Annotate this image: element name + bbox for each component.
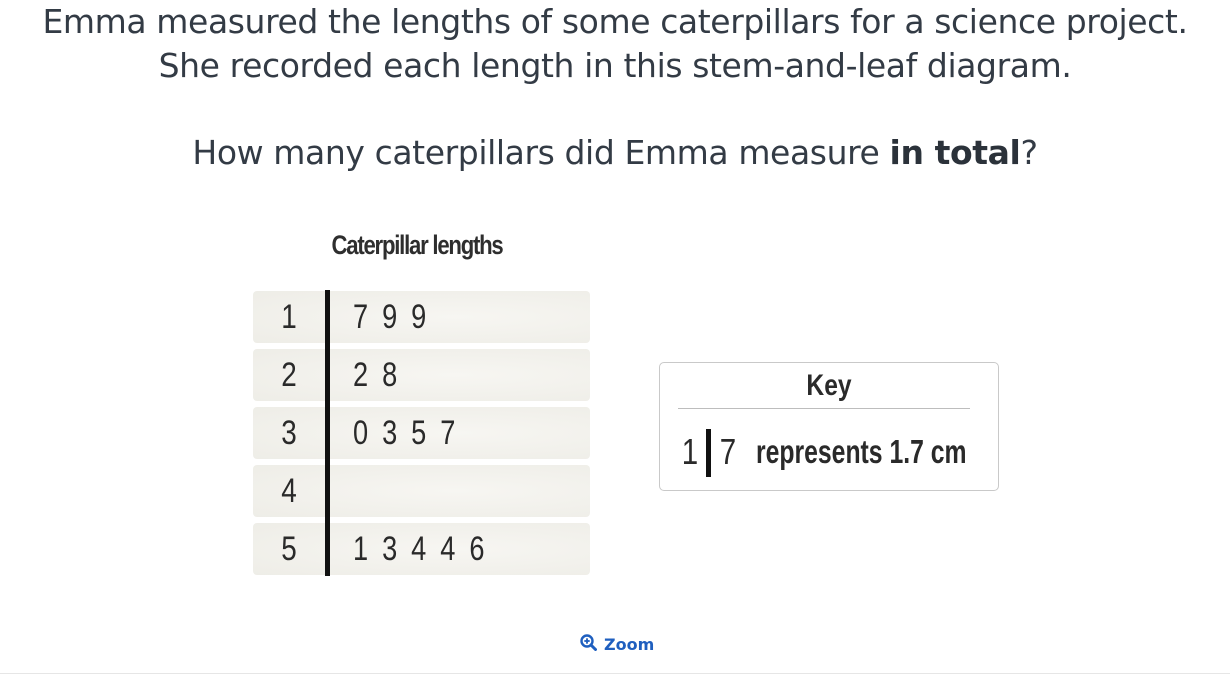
key-leaf: 7 <box>719 431 737 472</box>
leaf-values: 1 3 4 4 6 <box>353 530 488 568</box>
question-emphasis: in total <box>889 133 1021 172</box>
leaf-values: 2 8 <box>353 356 401 394</box>
plot-title: Caterpillar lengths <box>331 230 503 260</box>
question-line-3: How many caterpillars did Emma measure i… <box>0 133 1230 173</box>
bottom-divider <box>0 673 1230 674</box>
stem-value: 5 <box>281 530 297 568</box>
question-prefix: How many caterpillars did Emma measure <box>192 133 890 172</box>
key-stem: 1 <box>681 431 699 472</box>
question-line-2: She recorded each length in this stem-an… <box>158 46 1072 85</box>
key-text: represents 1.7 cm <box>756 433 967 470</box>
stem-divider <box>325 290 330 576</box>
stem-value: 2 <box>281 356 297 394</box>
question-line-1: Emma measured the lengths of some caterp… <box>42 2 1188 41</box>
zoom-label: Zoom <box>604 635 655 654</box>
stem-leaf-row: 4 <box>253 465 590 517</box>
stem-leaf-row: 1 7 9 9 <box>253 291 590 343</box>
question-suffix: ? <box>1020 133 1038 172</box>
key-bar <box>706 429 711 477</box>
stem-value: 4 <box>281 472 297 510</box>
stem-leaf-row: 3 0 3 5 7 <box>253 407 590 459</box>
stem-value: 3 <box>281 414 297 452</box>
leaf-values: 7 9 9 <box>353 298 430 336</box>
stem-leaf-row: 2 2 8 <box>253 349 590 401</box>
key-box: Key 1 7 represents 1.7 cm <box>659 362 999 491</box>
zoom-in-icon <box>580 634 597 655</box>
stem-leaf-row: 5 1 3 4 4 6 <box>253 523 590 575</box>
zoom-button[interactable]: Zoom <box>580 634 654 655</box>
key-title: Key <box>806 369 852 402</box>
leaf-values: 0 3 5 7 <box>353 414 459 452</box>
stem-value: 1 <box>281 298 297 336</box>
key-divider <box>678 408 970 409</box>
